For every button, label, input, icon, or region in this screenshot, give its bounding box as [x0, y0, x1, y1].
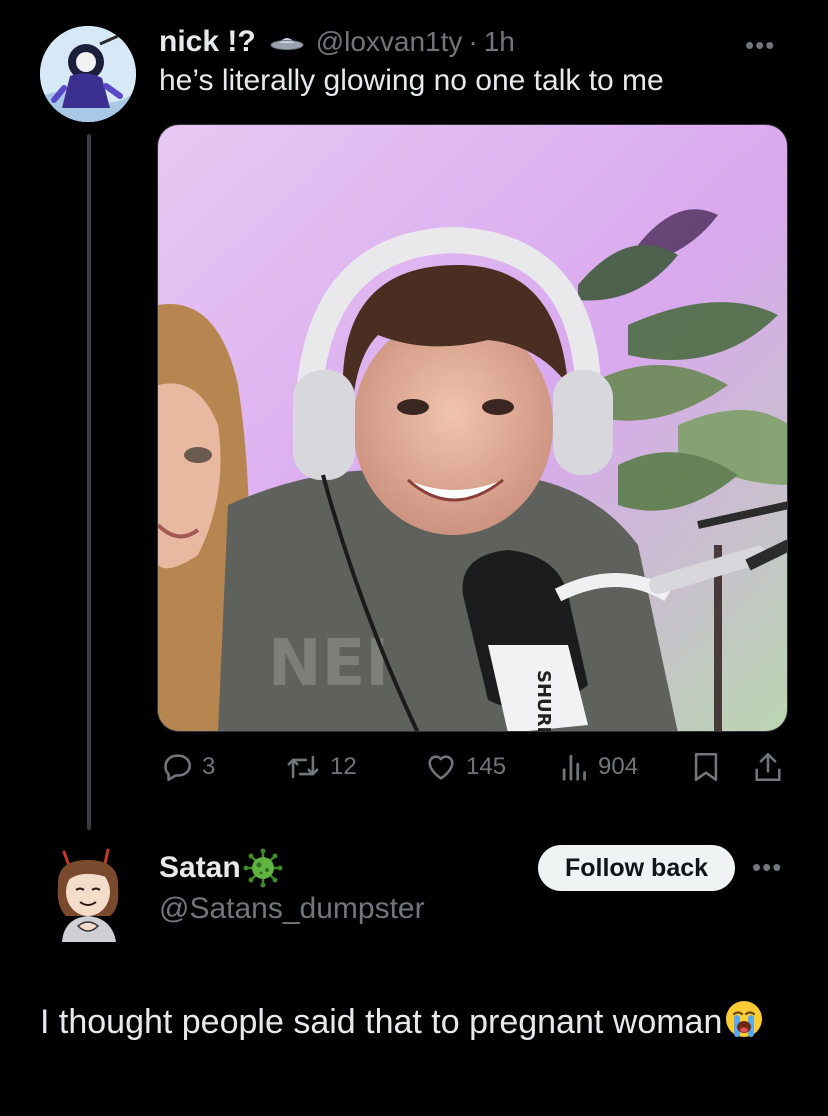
parent-tweet-text: he’s literally glowing no one talk to me — [159, 64, 664, 97]
ufo-icon — [270, 33, 304, 51]
reply-header: Satan — [159, 846, 283, 890]
reply-more-options-icon[interactable]: ••• — [752, 852, 782, 883]
stream-screenshot: NEI SHURE — [158, 125, 787, 732]
repost-count: 12 — [330, 753, 357, 780]
avatar-illustration — [40, 26, 136, 122]
author-avatar[interactable] — [40, 26, 136, 122]
cartoon-avatar-illustration — [57, 848, 119, 942]
share-button[interactable] — [752, 750, 792, 784]
repost-button[interactable]: 12 — [284, 750, 357, 784]
parent-tweet-header: nick !? @loxvan1ty · 1h — [159, 22, 515, 62]
reply-icon — [164, 754, 191, 782]
like-count: 145 — [466, 753, 507, 780]
views-button[interactable]: 904 — [560, 750, 638, 784]
reply-button[interactable]: 3 — [160, 750, 215, 784]
reply-tweet-text: I thought people said that to pregnant w… — [40, 1003, 723, 1041]
bookmark-button[interactable] — [690, 750, 730, 784]
share-icon — [755, 752, 781, 782]
svg-text:NEI: NEI — [268, 627, 389, 701]
reply-handle[interactable]: @Satans_dumpster — [159, 892, 425, 926]
svg-text:SHURE: SHURE — [533, 670, 554, 732]
reply-display-name[interactable]: Satan — [159, 851, 241, 885]
tweet-action-bar: 3 12 145 904 — [0, 750, 828, 790]
post-timestamp[interactable]: 1h — [484, 26, 515, 58]
author-handle[interactable]: @loxvan1ty — [316, 26, 463, 58]
tweet-media-image[interactable]: NEI SHURE — [157, 124, 788, 732]
reply-author-avatar[interactable] — [50, 846, 126, 942]
follow-back-button[interactable]: Follow back — [538, 845, 735, 891]
heart-icon — [428, 755, 454, 780]
like-button[interactable]: 145 — [424, 750, 506, 784]
thread-connector-line — [87, 134, 91, 830]
repost-icon — [287, 755, 319, 779]
views-count: 904 — [598, 753, 639, 780]
views-chart-icon — [562, 754, 586, 781]
reply-count: 3 — [202, 753, 216, 780]
reply-tweet-text-container: I thought people said that to pregnant w… — [40, 996, 800, 1054]
loudly-crying-emoji-icon — [724, 999, 764, 1054]
author-display-name[interactable]: nick !? — [159, 25, 256, 59]
bookmark-icon — [694, 752, 718, 782]
microbe-emoji-icon — [243, 848, 283, 888]
more-options-icon[interactable]: ••• — [745, 30, 775, 61]
separator-dot: · — [468, 26, 478, 57]
